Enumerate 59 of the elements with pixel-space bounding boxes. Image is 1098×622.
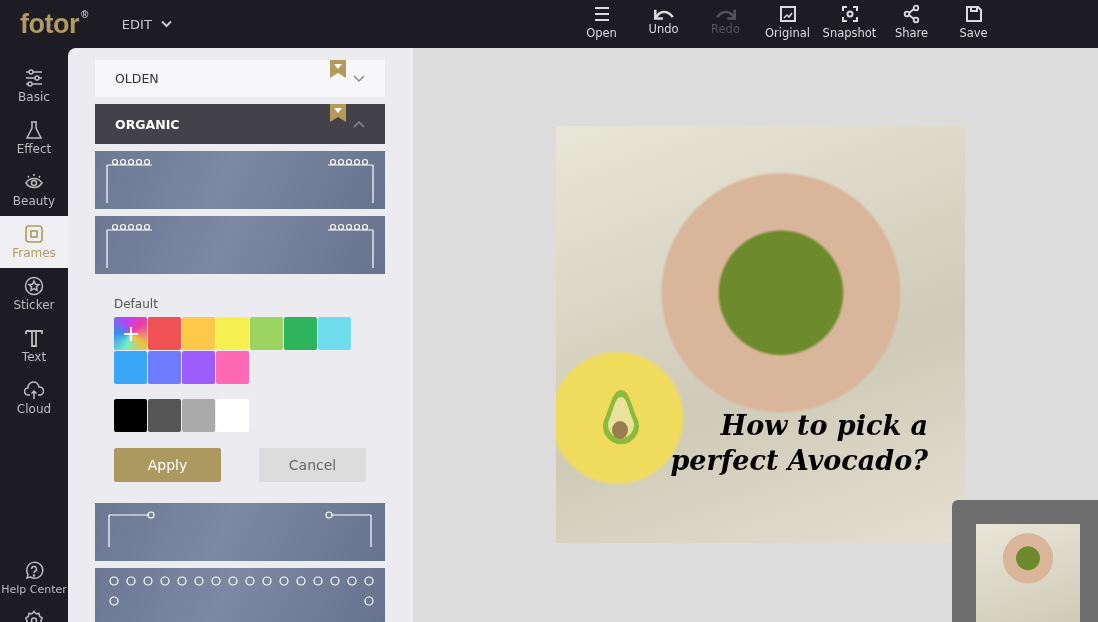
save-button[interactable]: Save [943,0,1004,44]
help-center-button[interactable]: Help Center [0,552,68,604]
color-group-label: Default [114,297,159,311]
fotor-logo: fotor$^{®}$ [20,8,88,40]
color-swatch[interactable] [182,317,215,350]
frame-preview-drawing[interactable] [95,216,385,274]
share-button[interactable]: Share [881,0,942,44]
edit-menu[interactable]: EDIT [121,16,172,32]
save-icon [963,4,984,24]
color-swatch[interactable] [216,351,249,384]
redo-icon [715,8,736,20]
headline-text[interactable]: How to pick a [720,408,928,444]
text-icon [24,328,44,348]
custom-color-button[interactable] [114,317,147,350]
chevron-up-icon [353,120,365,128]
photo-thumbnail[interactable] [976,524,1080,622]
color-swatch[interactable] [216,317,249,350]
frame-preview-drawing[interactable] [95,503,385,561]
color-swatch[interactable] [216,399,249,432]
sidebar-item[interactable]: Text [0,320,68,372]
cancel-button[interactable]: Cancel [259,448,366,482]
color-swatch[interactable] [114,351,147,384]
category-header[interactable]: OLDEN [95,60,385,97]
sidebar-item[interactable]: Cloud [0,372,68,424]
chevron-down-icon [353,74,365,83]
premium-ribbon-icon [330,60,346,78]
frame-preview-drawing[interactable] [95,151,385,209]
color-swatch[interactable] [148,351,181,384]
color-swatch[interactable] [182,399,215,432]
cloud-upload-icon [24,380,44,400]
color-swatch[interactable] [182,351,215,384]
sidebar-item[interactable]: Effect [0,112,68,164]
sidebar-item[interactable]: Sticker [0,268,68,320]
color-swatch[interactable] [148,399,181,432]
flask-icon [24,120,44,140]
frame-preview-drawing[interactable] [95,568,385,622]
sidebar-item[interactable]: Beauty [0,164,68,216]
menu-button[interactable]: Open [571,0,632,44]
headline-text[interactable]: perfect Avocado? [670,443,928,479]
original-button[interactable]: Original [757,0,818,44]
color-swatch[interactable] [114,399,147,432]
color-swatch[interactable] [148,317,181,350]
undo-icon [653,8,674,20]
color-swatch[interactable] [318,317,351,350]
image-icon [777,4,798,24]
color-swatch[interactable] [250,317,283,350]
camera-icon [839,4,860,24]
share-icon [901,4,922,24]
plus-icon [123,326,138,341]
category-header[interactable]: ORGANIC [95,104,385,144]
sliders-icon [24,68,44,88]
frame-icon [24,224,44,244]
color-swatch[interactable] [284,317,317,350]
snapshot-button[interactable]: Snapshot [819,0,880,44]
undo-button[interactable]: Undo [633,0,694,44]
premium-ribbon-icon [330,104,346,122]
help-icon [24,560,44,581]
caret-icon [160,20,172,28]
sidebar-item[interactable]: Basic [0,60,68,112]
